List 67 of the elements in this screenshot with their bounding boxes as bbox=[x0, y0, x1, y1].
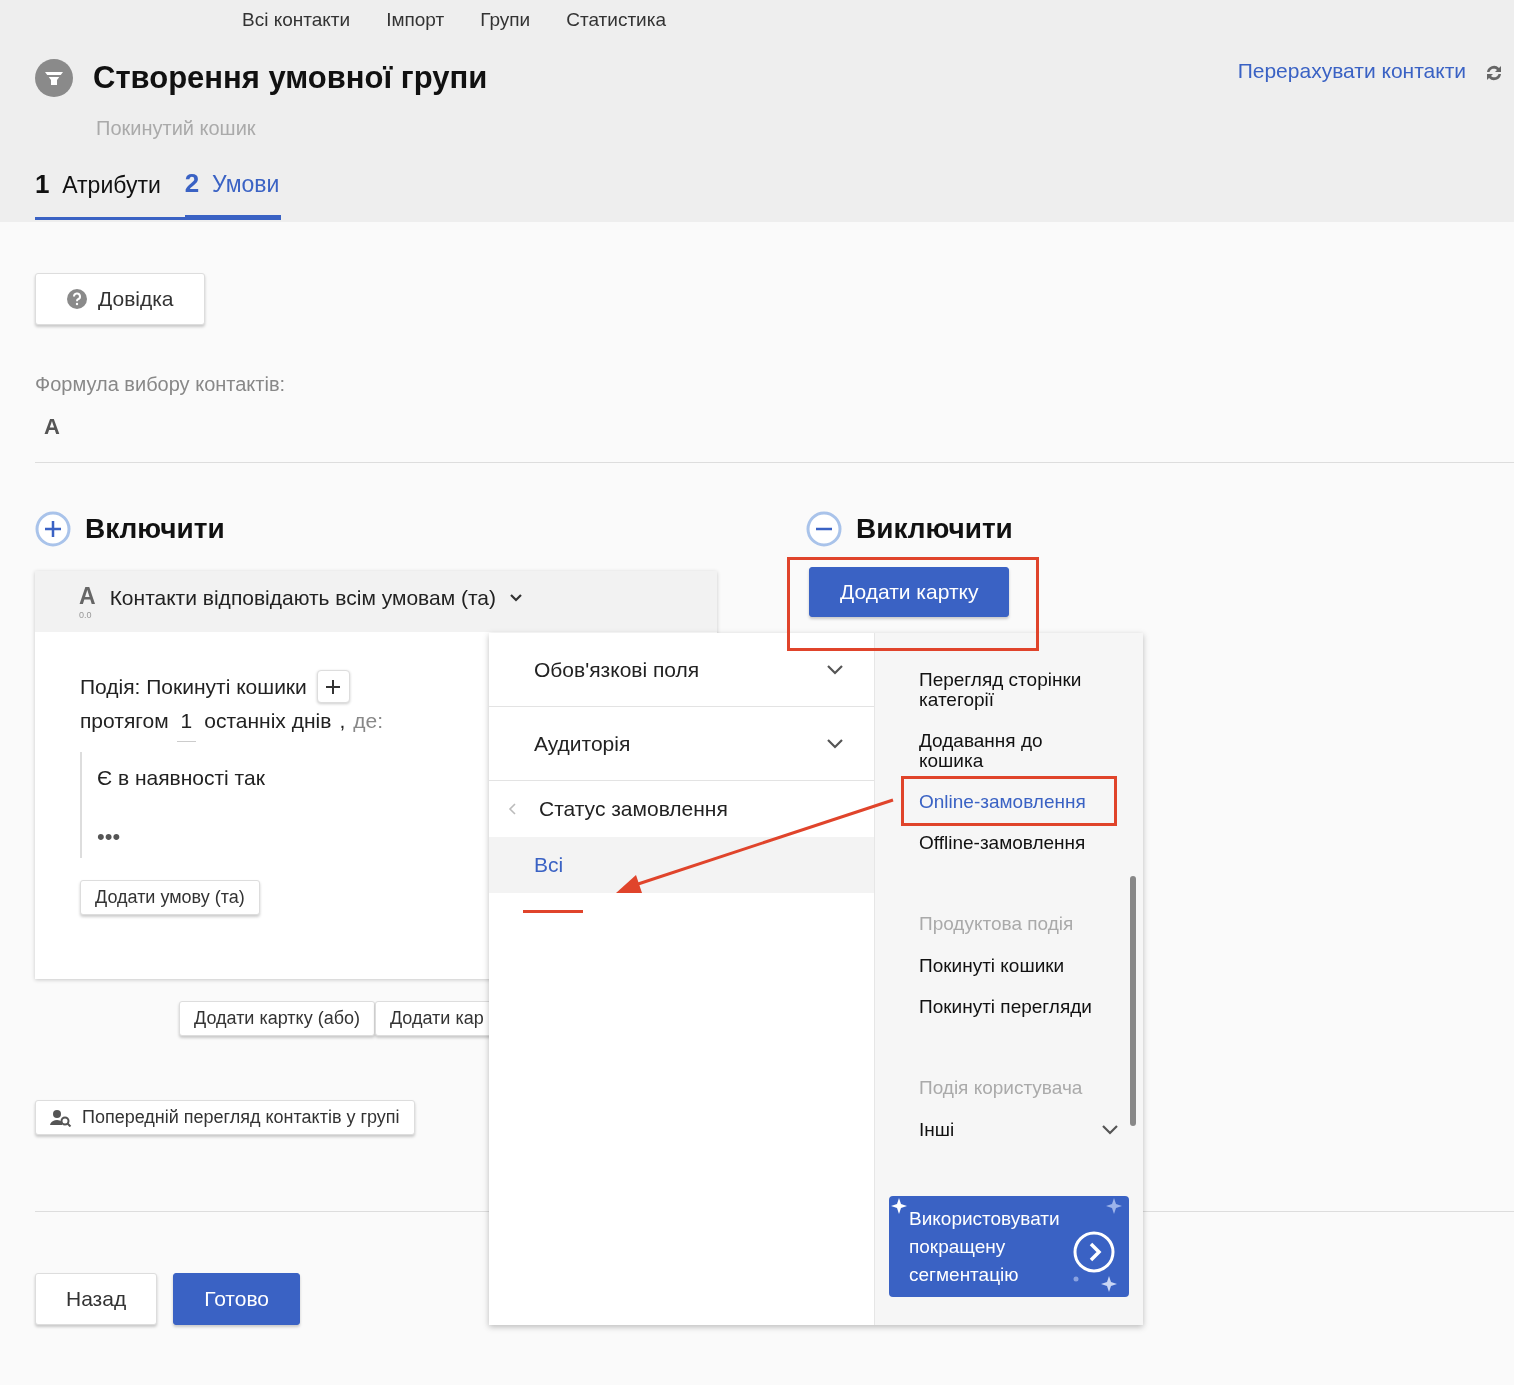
add-condition-button[interactable]: Додати умову (та) bbox=[80, 880, 260, 915]
where-label: де: bbox=[353, 709, 383, 734]
category-label: Аудиторія bbox=[534, 731, 631, 756]
plus-icon bbox=[325, 678, 342, 695]
chevron-down-icon bbox=[826, 737, 844, 750]
menu-item[interactable]: Інші bbox=[919, 1120, 1119, 1140]
nav-link[interactable]: Групи bbox=[480, 9, 531, 31]
help-icon bbox=[66, 288, 88, 310]
promo-text: Використовувати покращену сегментацію bbox=[909, 1206, 1061, 1287]
menu-category[interactable]: Аудиторія bbox=[489, 707, 874, 781]
preview-button[interactable]: Попередній перегляд контактів у групі bbox=[35, 1100, 415, 1135]
card-index: 0.0 bbox=[79, 610, 93, 620]
category-label: Статус замовлення bbox=[539, 797, 728, 821]
section-heading: Виключити bbox=[856, 513, 1013, 545]
step-tab[interactable]: 1 Атрибути bbox=[35, 168, 185, 220]
filter-icon bbox=[35, 59, 73, 97]
add-card-or-button[interactable]: Додати картку (або) bbox=[179, 1001, 375, 1036]
group-heading: Подія користувача bbox=[919, 1077, 1084, 1099]
menu-item[interactable]: Додавання до кошика bbox=[919, 731, 1104, 771]
menu-item[interactable]: Online-замовлення bbox=[919, 792, 1104, 812]
match-dropdown[interactable]: Контакти відповідають всім умовам (та) bbox=[109, 585, 525, 610]
highlight-underline bbox=[523, 910, 583, 913]
period-unit: останніх днів bbox=[204, 709, 332, 734]
help-button[interactable]: Довідка bbox=[35, 273, 205, 325]
menu-option[interactable]: Всі bbox=[489, 837, 874, 893]
nav-link[interactable]: Імпорт bbox=[386, 9, 445, 31]
plus-circle-icon[interactable] bbox=[35, 511, 71, 547]
refresh-icon[interactable] bbox=[1484, 63, 1504, 83]
back-button[interactable]: Назад bbox=[35, 1273, 158, 1325]
arrow-right-circle-icon bbox=[1073, 1230, 1115, 1273]
minus-circle-icon[interactable] bbox=[806, 511, 842, 547]
card-letter: A bbox=[79, 583, 96, 610]
chevron-down-icon bbox=[1101, 1124, 1119, 1136]
dot-icon bbox=[1073, 1276, 1079, 1282]
formula-label: Формула вибору контактів: bbox=[35, 373, 287, 396]
comma: , bbox=[339, 709, 346, 734]
recalculate-link[interactable]: Перерахувати контакти bbox=[1237, 59, 1466, 83]
nav-link[interactable]: Статистика bbox=[566, 9, 666, 31]
chevron-down-icon bbox=[826, 663, 844, 676]
menu-item[interactable]: Покинуті кошики bbox=[919, 956, 1104, 976]
person-search-icon bbox=[50, 1108, 72, 1127]
menu-item[interactable]: Покинуті перегляди bbox=[919, 997, 1104, 1017]
add-card-button[interactable]: Додати картку bbox=[809, 567, 1010, 617]
step-tab[interactable]: 2 Умови bbox=[184, 168, 282, 220]
formula-value: A bbox=[44, 414, 61, 440]
group-heading: Продуктова подія bbox=[919, 913, 1075, 935]
sparkle-icon bbox=[1101, 1276, 1117, 1292]
chevron-left-icon bbox=[507, 802, 517, 816]
done-button[interactable]: Готово bbox=[173, 1273, 301, 1325]
period-label: протягом bbox=[80, 709, 169, 734]
days-field[interactable]: 1 bbox=[176, 709, 197, 742]
menu-category[interactable]: Обов'язкові поля bbox=[489, 633, 874, 707]
menu-item[interactable]: Offline-замовлення bbox=[919, 833, 1104, 853]
add-button[interactable] bbox=[316, 670, 350, 703]
section-heading: Включити bbox=[85, 513, 225, 545]
sparkle-icon bbox=[1106, 1198, 1122, 1214]
page-title: Створення умовної групи bbox=[93, 60, 488, 96]
promo-banner[interactable]: Використовувати покращену сегментацію bbox=[889, 1196, 1129, 1297]
condition-text: Є в наявності так bbox=[97, 766, 266, 790]
menu-category[interactable]: Статус замовлення bbox=[489, 781, 874, 837]
menu-item[interactable]: Перегляд сторінки категорії bbox=[919, 670, 1104, 710]
nav-link[interactable]: Всі контакти bbox=[242, 9, 351, 31]
event-label: Подія: Покинуті кошики bbox=[80, 674, 307, 699]
sparkle-icon bbox=[891, 1198, 907, 1214]
page-subtitle: Покинутий кошик bbox=[96, 117, 257, 140]
scrollbar[interactable] bbox=[1130, 876, 1136, 1126]
category-label: Обов'язкові поля bbox=[534, 657, 700, 682]
